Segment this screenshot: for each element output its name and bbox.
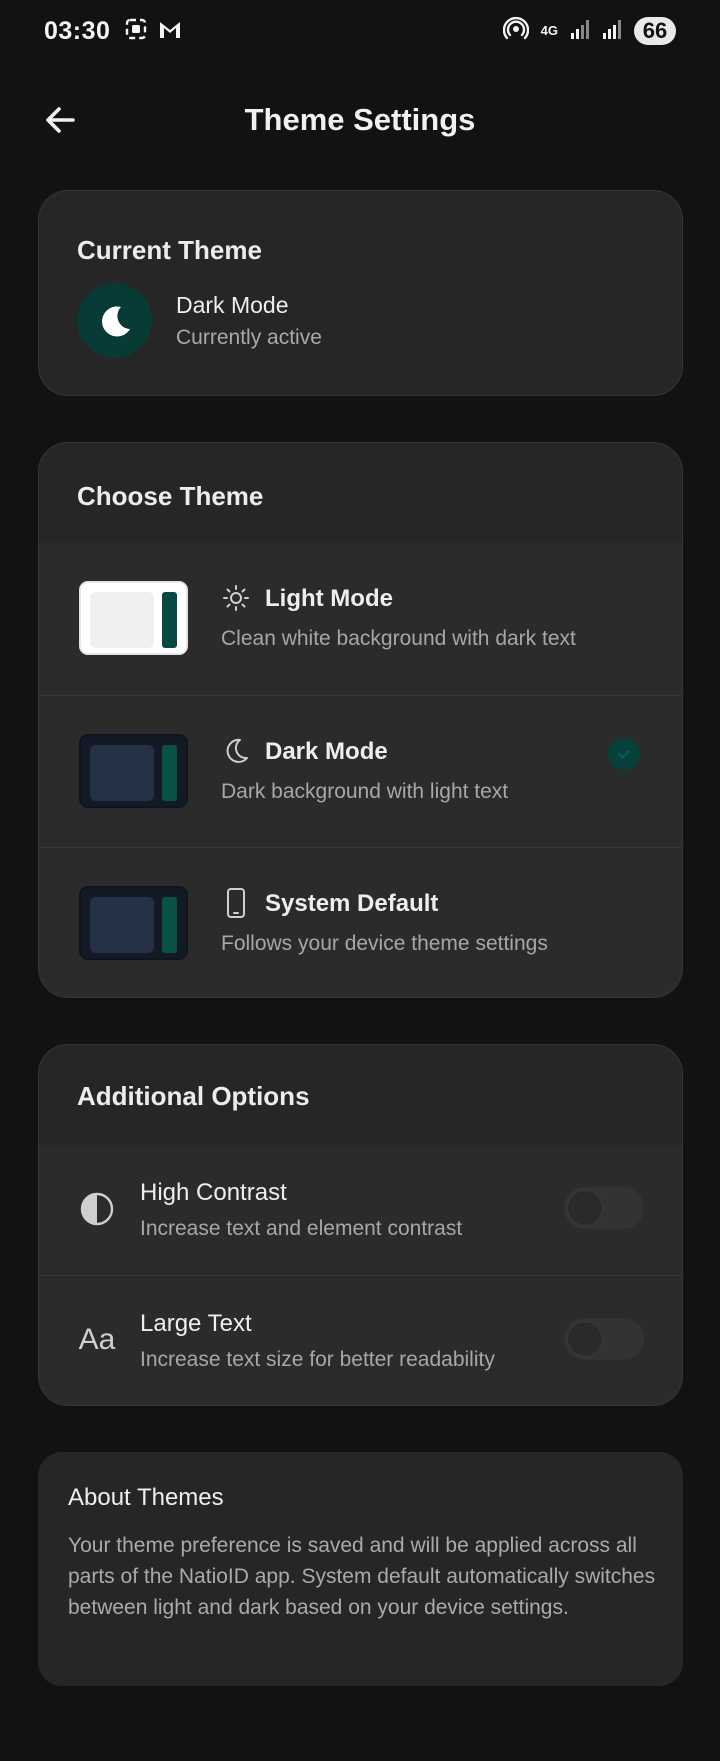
status-system-icons: 4G 66 — [502, 16, 676, 47]
moon-outline-icon — [221, 736, 251, 766]
sun-icon — [221, 583, 251, 613]
system-theme-preview — [79, 886, 188, 960]
moon-icon — [101, 305, 130, 336]
signal-icon-2 — [602, 18, 622, 45]
hotspot-icon — [502, 16, 529, 47]
status-bar: 03:30 4G 66 — [0, 0, 720, 62]
choose-theme-heading: Choose Theme — [77, 481, 264, 511]
option-large-text: Aa Large Text Increase text size for bet… — [39, 1275, 682, 1405]
phone-icon — [221, 888, 251, 918]
light-theme-preview — [79, 581, 188, 655]
about-themes-text: Your theme preference is saved and will … — [68, 1534, 656, 1619]
current-theme-name: Dark Mode — [176, 292, 289, 318]
status-time: 03:30 — [44, 16, 111, 45]
theme-option-title: Dark Mode — [265, 738, 388, 765]
battery-indicator: 66 — [634, 17, 676, 45]
contrast-icon — [77, 1189, 117, 1229]
current-theme-heading: Current Theme — [77, 235, 262, 265]
dark-theme-preview — [79, 734, 188, 808]
current-theme-card: Current Theme Dark Mode Currently active — [38, 190, 683, 396]
status-notification-icons — [124, 17, 182, 46]
network-type-label: 4G — [540, 23, 558, 38]
selected-check-icon — [608, 738, 640, 770]
additional-options-card: Additional Options High Contrast Increas… — [38, 1044, 683, 1406]
theme-option-title: System Default — [265, 890, 439, 917]
option-subtitle: Increase text and element contrast — [140, 1217, 463, 1240]
additional-options-heading: Additional Options — [77, 1081, 310, 1111]
theme-option-subtitle: Follows your device theme settings — [221, 932, 548, 955]
large-text-toggle[interactable] — [564, 1318, 644, 1360]
theme-option-dark[interactable]: Dark Mode Dark background with light tex… — [39, 695, 682, 847]
gmail-icon — [158, 18, 182, 45]
option-high-contrast: High Contrast Increase text and element … — [39, 1145, 682, 1275]
current-theme-badge — [77, 283, 152, 358]
choose-theme-card: Choose Theme Light Mode Clean white back… — [38, 442, 683, 998]
theme-option-system[interactable]: System Default Follows your device theme… — [39, 847, 682, 997]
option-title: High Contrast — [140, 1179, 287, 1206]
about-themes-heading: About Themes — [68, 1484, 224, 1511]
theme-option-subtitle: Clean white background with dark text — [221, 627, 576, 650]
header: Theme Settings — [0, 80, 720, 160]
theme-option-light[interactable]: Light Mode Clean white background with d… — [39, 543, 682, 695]
option-subtitle: Increase text size for better readabilit… — [140, 1348, 495, 1371]
theme-option-title: Light Mode — [265, 585, 393, 612]
theme-option-subtitle: Dark background with light text — [221, 780, 509, 803]
about-themes-card: About Themes Your theme preference is sa… — [38, 1452, 683, 1686]
option-title: Large Text — [140, 1310, 252, 1337]
signal-icon — [570, 18, 590, 45]
text-size-icon: Aa — [78, 1323, 116, 1356]
high-contrast-toggle[interactable] — [564, 1187, 644, 1229]
screenshot-icon — [124, 17, 148, 46]
page-title: Theme Settings — [244, 102, 476, 137]
current-theme-status: Currently active — [176, 326, 322, 349]
